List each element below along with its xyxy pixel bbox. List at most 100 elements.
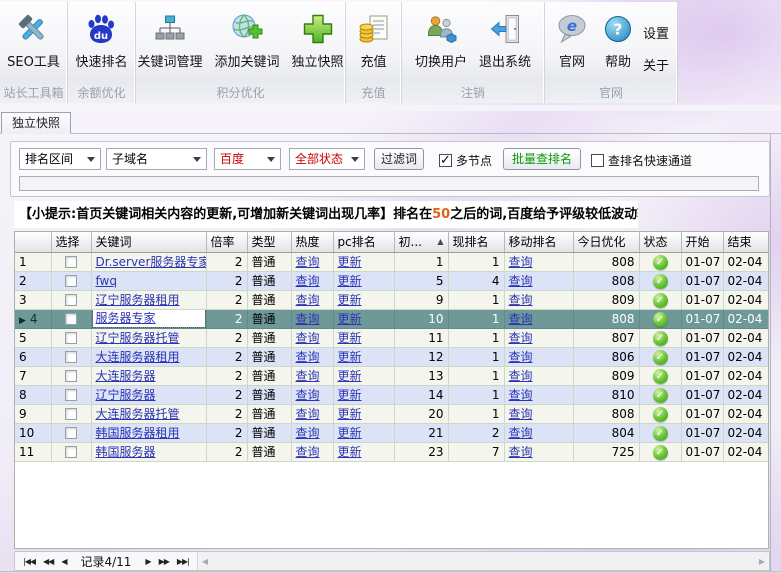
pc-update-link[interactable]: 更新 xyxy=(338,274,362,288)
pc-update-link[interactable]: 更新 xyxy=(338,369,362,383)
col-header-indicator[interactable] xyxy=(15,232,51,252)
status-filter-dropdown[interactable]: 全部状态 xyxy=(289,148,365,170)
mobile-query-link[interactable]: 查询 xyxy=(509,426,533,440)
row-checkbox[interactable] xyxy=(65,351,77,363)
table-row[interactable]: 6大连服务器租用2普通查询更新121查询806✓01-0702-04 xyxy=(15,347,768,366)
table-row[interactable]: 10韩国服务器租用2普通查询更新212查询804✓01-0702-04 xyxy=(15,423,768,442)
mobile-query-link[interactable]: 查询 xyxy=(509,274,533,288)
scroll-left-icon[interactable]: ◀ xyxy=(202,557,208,566)
table-row[interactable]: 11韩国服务器2普通查询更新237查询725✓01-0702-04 xyxy=(15,442,768,461)
fast-channel-checkbox[interactable]: 查排名快速通道 xyxy=(591,152,692,169)
col-header-heat[interactable]: 热度 xyxy=(291,232,333,252)
row-checkbox[interactable] xyxy=(65,389,77,401)
col-header-pc-rank[interactable]: pc排名 xyxy=(333,232,394,252)
heat-query-link[interactable]: 查询 xyxy=(296,293,320,307)
row-checkbox[interactable] xyxy=(65,313,77,325)
table-row[interactable]: 8辽宁服务器2普通查询更新141查询810✓01-0702-04 xyxy=(15,385,768,404)
col-header-current-rank[interactable]: 现排名 xyxy=(448,232,504,252)
heat-query-link[interactable]: 查询 xyxy=(296,255,320,269)
keyword-link[interactable]: 大连服务器 xyxy=(96,369,156,383)
row-checkbox[interactable] xyxy=(65,408,77,420)
row-checkbox[interactable] xyxy=(65,446,77,458)
mobile-query-link[interactable]: 查询 xyxy=(509,407,533,421)
keyword-link[interactable]: 大连服务器租用 xyxy=(96,350,180,364)
heat-query-link[interactable]: 查询 xyxy=(296,312,320,326)
nav-fastfwd-button[interactable]: ▶▶ xyxy=(159,557,169,566)
mobile-query-link[interactable]: 查询 xyxy=(509,255,533,269)
pc-update-link[interactable]: 更新 xyxy=(338,426,362,440)
tab-snapshot[interactable]: 独立快照 xyxy=(1,112,71,134)
pc-update-link[interactable]: 更新 xyxy=(338,255,362,269)
table-row[interactable]: 9大连服务器托管2普通查询更新201查询808✓01-0702-04 xyxy=(15,404,768,423)
col-header-start[interactable]: 开始 xyxy=(681,232,723,252)
table-row[interactable]: 2fwq2普通查询更新54查询808✓01-0702-04 xyxy=(15,271,768,290)
keyword-link[interactable]: 服务器专家 xyxy=(96,311,156,325)
horizontal-scrollbar[interactable]: ◀ ▶ xyxy=(198,552,769,570)
pc-update-link[interactable]: 更新 xyxy=(338,407,362,421)
checkbox-checked-icon[interactable] xyxy=(439,154,452,167)
nav-next-button[interactable]: ▶ xyxy=(145,557,150,566)
keyword-edit-box[interactable]: 服务器专家 xyxy=(93,310,205,327)
col-header-today-opt[interactable]: 今日优化 xyxy=(573,232,639,252)
nav-first-button[interactable]: |◀◀ xyxy=(23,557,35,566)
heat-query-link[interactable]: 查询 xyxy=(296,388,320,402)
table-row[interactable]: ▶4服务器专家2普通查询更新101查询808✓01-0702-04 xyxy=(15,309,768,328)
heat-query-link[interactable]: 查询 xyxy=(296,426,320,440)
mobile-query-link[interactable]: 查询 xyxy=(509,445,533,459)
table-row[interactable]: 7大连服务器2普通查询更新131查询809✓01-0702-04 xyxy=(15,366,768,385)
row-checkbox[interactable] xyxy=(65,332,77,344)
switch-user-button[interactable]: 切换用户 xyxy=(409,7,473,75)
mobile-query-link[interactable]: 查询 xyxy=(509,350,533,364)
nav-last-button[interactable]: ▶▶| xyxy=(177,557,189,566)
nav-prev-button[interactable]: ◀ xyxy=(61,557,66,566)
keyword-filter-input[interactable] xyxy=(19,176,759,191)
col-header-end[interactable]: 结束 xyxy=(723,232,768,252)
col-header-mobile-rank[interactable]: 移动排名 xyxy=(504,232,573,252)
heat-query-link[interactable]: 查询 xyxy=(296,274,320,288)
keyword-link[interactable]: 韩国服务器租用 xyxy=(96,426,180,440)
heat-query-link[interactable]: 查询 xyxy=(296,445,320,459)
heat-query-link[interactable]: 查询 xyxy=(296,350,320,364)
batch-rank-check-button[interactable]: 批量查排名 xyxy=(503,148,581,170)
keyword-link[interactable]: 韩国服务器 xyxy=(96,445,156,459)
fast-rank-button[interactable]: du 快速排名 xyxy=(69,7,133,75)
col-header-select[interactable]: 选择 xyxy=(51,232,91,252)
add-keyword-button[interactable]: 添加关键词 xyxy=(209,7,286,75)
row-checkbox[interactable] xyxy=(65,427,77,439)
table-row[interactable]: 1Dr.server服务器专家2普通查询更新11查询808✓01-0702-04 xyxy=(15,252,768,271)
keyword-link[interactable]: 大连服务器托管 xyxy=(96,407,180,421)
col-header-rate[interactable]: 倍率 xyxy=(206,232,247,252)
filter-word-button[interactable]: 过滤词 xyxy=(374,148,424,170)
seo-tools-button[interactable]: SEO工具 xyxy=(1,7,66,75)
heat-query-link[interactable]: 查询 xyxy=(296,331,320,345)
col-header-keyword[interactable]: 关键词 xyxy=(91,232,206,252)
keyword-link[interactable]: 辽宁服务器租用 xyxy=(96,293,180,307)
snapshot-button[interactable]: 独立快照 xyxy=(286,7,350,75)
keyword-link[interactable]: Dr.server服务器专家 xyxy=(96,255,207,269)
row-checkbox[interactable] xyxy=(65,275,77,287)
row-checkbox[interactable] xyxy=(65,370,77,382)
col-header-status[interactable]: 状态 xyxy=(639,232,681,252)
scroll-right-icon[interactable]: ▶ xyxy=(759,557,765,566)
mobile-query-link[interactable]: 查询 xyxy=(509,331,533,345)
search-engine-dropdown[interactable]: 百度 xyxy=(214,148,281,170)
keyword-link[interactable]: 辽宁服务器 xyxy=(96,388,156,402)
recharge-button[interactable]: 充值 xyxy=(351,7,397,75)
pc-update-link[interactable]: 更新 xyxy=(338,445,362,459)
official-site-button[interactable]: e 官网 xyxy=(549,7,595,75)
pc-update-link[interactable]: 更新 xyxy=(338,312,362,326)
table-row[interactable]: 5辽宁服务器托管2普通查询更新111查询807✓01-0702-04 xyxy=(15,328,768,347)
settings-button[interactable]: 设置 xyxy=(643,23,669,42)
pc-update-link[interactable]: 更新 xyxy=(338,331,362,345)
table-row[interactable]: 3辽宁服务器租用2普通查询更新91查询809✓01-0702-04 xyxy=(15,290,768,309)
keyword-link[interactable]: fwq xyxy=(96,274,117,288)
nav-fastback-button[interactable]: ◀◀ xyxy=(43,557,53,566)
about-button[interactable]: 关于 xyxy=(643,55,669,74)
pc-update-link[interactable]: 更新 xyxy=(338,350,362,364)
col-header-type[interactable]: 类型 xyxy=(247,232,291,252)
pc-update-link[interactable]: 更新 xyxy=(338,388,362,402)
exit-system-button[interactable]: 退出系统 xyxy=(473,7,537,75)
keyword-link[interactable]: 辽宁服务器托管 xyxy=(96,331,180,345)
row-checkbox[interactable] xyxy=(65,256,77,268)
checkbox-unchecked-icon[interactable] xyxy=(591,154,604,167)
